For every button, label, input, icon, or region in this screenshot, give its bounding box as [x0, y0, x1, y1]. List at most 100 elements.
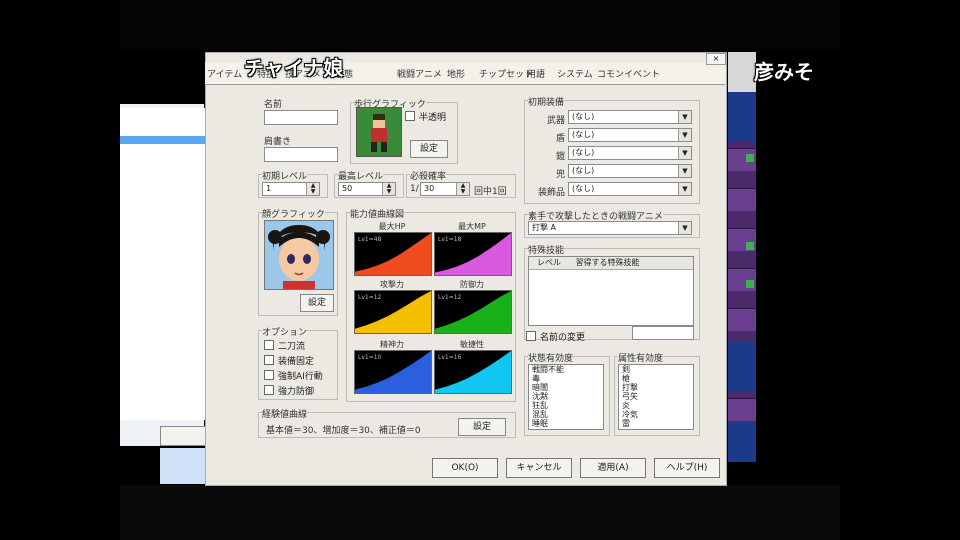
param-chart[interactable]: Lv1=48 [354, 232, 432, 276]
list-item[interactable]: 槍 [619, 374, 693, 383]
equip-armor-select[interactable]: (なし) ▼ [568, 146, 692, 160]
dropdown-arrow-icon[interactable]: ▼ [678, 129, 691, 141]
option-ai-control[interactable]: 強制AI行動 [264, 369, 323, 382]
dropdown-arrow-icon[interactable]: ▼ [678, 165, 691, 177]
ok-button[interactable]: OK(O) [432, 458, 498, 478]
skill-header-level[interactable]: レベル [537, 258, 561, 267]
dropdown-arrow-icon[interactable]: ▼ [678, 111, 691, 123]
chart-caption: Lv1=12 [438, 294, 462, 301]
help-button[interactable]: ヘルプ(H) [654, 458, 720, 478]
list-item[interactable]: 混乱 [529, 410, 603, 419]
list-item[interactable]: 睡眠 [529, 419, 603, 428]
anim-select[interactable]: 打撃 A ▼ [528, 221, 692, 235]
param-chart[interactable]: Lv1=16 [434, 350, 512, 394]
rename-checkbox[interactable]: 名前の変更 [526, 330, 585, 343]
tab-terrain[interactable]: 地形 [447, 67, 465, 80]
dropdown-arrow-icon[interactable]: ▼ [678, 147, 691, 159]
map-tile [728, 92, 756, 142]
checkbox-box-icon [526, 331, 536, 341]
translucent-label: 半透明 [419, 113, 447, 123]
map-tile [728, 422, 756, 462]
checkbox-box-icon [264, 340, 274, 350]
list-item[interactable]: 弓矢 [619, 392, 693, 401]
name-field[interactable] [264, 110, 338, 125]
crit-suffix: 回中1回 [474, 187, 507, 197]
init-level-spinner[interactable]: 1 ▲ ▼ [262, 182, 320, 196]
list-item[interactable]: 剣 [619, 365, 693, 374]
list-item[interactable]: 暗闇 [529, 383, 603, 392]
attr-label: 属性有効度 [618, 351, 664, 364]
checkbox-box-icon [264, 385, 274, 395]
tab-chipset[interactable]: チップセット [479, 67, 533, 80]
tab-common-event[interactable]: コモンイベント [597, 67, 660, 80]
option-strong-defense[interactable]: 強力防御 [264, 384, 314, 397]
tab-system[interactable]: システム [557, 67, 593, 80]
chart-title: 精神力 [380, 340, 404, 349]
equip-helmet-label: 兜 [555, 170, 565, 180]
param-chart[interactable]: Lv1=12 [434, 290, 512, 334]
video-caption-left: チャイナ娘 [244, 56, 344, 80]
list-item[interactable]: 雷 [619, 419, 693, 428]
chart-caption: Lv1=48 [358, 236, 382, 243]
name-label: 名前 [264, 100, 283, 110]
max-level-value: 50 [342, 184, 353, 193]
tab-battle-anim[interactable]: 戦闘アニメ [397, 67, 442, 80]
max-level-label: 最高レベル [338, 169, 384, 182]
exp-label: 経験値曲線 [262, 407, 308, 420]
translucent-checkbox[interactable]: 半透明 [405, 110, 446, 123]
equip-shield-select[interactable]: (なし) ▼ [568, 128, 692, 142]
list-item[interactable]: 戦闘不能 [529, 365, 603, 374]
crit-spinner[interactable]: 30 ▲ ▼ [420, 182, 470, 196]
spinner-arrows-icon[interactable]: ▲ ▼ [306, 183, 319, 195]
face-set-button[interactable]: 設定 [300, 294, 334, 312]
equip-weapon-label: 武器 [546, 116, 565, 126]
list-item[interactable]: 打撃 [619, 383, 693, 392]
cancel-button[interactable]: キャンセル [506, 458, 572, 478]
param-chart[interactable]: Lv1=12 [354, 290, 432, 334]
equip-accessory-label: 装飾品 [537, 188, 565, 198]
list-item[interactable]: 毒 [529, 374, 603, 383]
equip-accessory-select[interactable]: (なし) ▼ [568, 182, 692, 196]
spinner-arrows-icon[interactable]: ▲ ▼ [382, 183, 395, 195]
state-list[interactable]: 戦闘不能 毒 暗闇 沈黙 狂乱 混乱 睡眠 [528, 364, 604, 430]
chart-caption: Lv1=10 [358, 354, 382, 361]
list-item[interactable]: 沈黙 [529, 392, 603, 401]
option-fixed-equip[interactable]: 装備固定 [264, 354, 314, 367]
chart-title: 最大MP [458, 222, 486, 231]
graphic-set-button[interactable]: 設定 [410, 140, 448, 158]
equip-weapon-select[interactable]: (なし) ▼ [568, 110, 692, 124]
side-window-edge [728, 52, 756, 92]
attr-list[interactable]: 剣 槍 打撃 弓矢 炎 冷気 雷 [618, 364, 694, 430]
skill-header-name[interactable]: 習得する特殊技能 [576, 258, 640, 267]
spinner-arrows-icon[interactable]: ▲ ▼ [456, 183, 469, 195]
walk-sprite [356, 107, 402, 157]
exp-set-button[interactable]: 設定 [458, 418, 506, 436]
game-map-preview [728, 92, 756, 462]
param-chart[interactable]: Lv1=18 [434, 232, 512, 276]
letterbox-left [0, 0, 120, 540]
dropdown-arrow-icon[interactable]: ▼ [678, 183, 691, 195]
apply-button[interactable]: 適用(A) [580, 458, 646, 478]
init-level-label: 初期レベル [262, 169, 308, 182]
max-level-spinner[interactable]: 50 ▲ ▼ [338, 182, 396, 196]
map-tile [746, 280, 754, 288]
dropdown-arrow-icon[interactable]: ▼ [678, 222, 691, 234]
skill-list[interactable]: レベル 習得する特殊技能 [528, 256, 694, 326]
title-field[interactable] [264, 147, 338, 162]
init-level-value: 1 [266, 184, 272, 193]
equip-helmet-select[interactable]: (なし) ▼ [568, 164, 692, 178]
list-item[interactable]: 炎 [619, 401, 693, 410]
option-dual-wield[interactable]: 二刀流 [264, 339, 305, 352]
database-list-panel[interactable] [120, 86, 242, 446]
sprite-figure-icon [371, 114, 387, 152]
tab-item[interactable]: アイテム [207, 67, 242, 80]
close-icon[interactable]: × [706, 53, 726, 65]
param-chart[interactable]: Lv1=10 [354, 350, 432, 394]
list-item[interactable]: 狂乱 [529, 401, 603, 410]
tab-terms[interactable]: 用語 [527, 67, 545, 80]
desktop-area [160, 448, 205, 484]
map-tile [728, 398, 756, 421]
rename-field[interactable] [632, 326, 694, 340]
list-item[interactable]: 冷気 [619, 410, 693, 419]
map-tile [728, 342, 756, 392]
